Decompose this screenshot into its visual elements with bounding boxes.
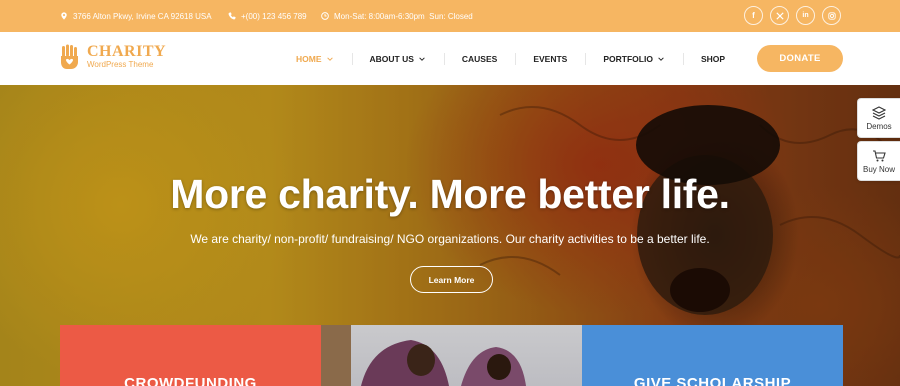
chevron-down-icon bbox=[419, 56, 425, 61]
linkedin-icon[interactable]: in bbox=[796, 6, 815, 25]
learn-more-button[interactable]: Learn More bbox=[410, 266, 493, 293]
hand-logo-icon bbox=[61, 44, 78, 69]
brand-name: CHARITY bbox=[87, 43, 167, 60]
buy-now-label: Buy Now bbox=[862, 164, 895, 174]
main-header: CHARITY WordPress Theme HOME ABOUT US CA… bbox=[0, 32, 900, 85]
nav-item-about-us[interactable]: ABOUT US bbox=[351, 52, 444, 65]
chevron-down-icon bbox=[658, 56, 664, 61]
hours-info: Mon-Sat: 8:00am-6:30pm Sun: Closed bbox=[321, 0, 473, 32]
clock-icon bbox=[321, 12, 329, 20]
hours-text: Mon-Sat: 8:00am-6:30pm Sun: Closed bbox=[334, 11, 473, 21]
brand-tagline: WordPress Theme bbox=[87, 60, 154, 69]
nav-item-label: CAUSES bbox=[461, 53, 498, 64]
instagram-icon[interactable] bbox=[822, 6, 841, 25]
site-logo[interactable]: CHARITY WordPress Theme bbox=[59, 44, 166, 70]
nav-item-causes[interactable]: CAUSES bbox=[443, 52, 515, 65]
scholarship-card[interactable]: GIVE SCHOLARSHIP bbox=[582, 325, 843, 386]
nav-item-home[interactable]: HOME bbox=[278, 54, 352, 64]
nav-item-portfolio[interactable]: PORTFOLIO bbox=[585, 52, 683, 65]
top-info-bar: 3766 Alton Pkwy, Irvine CA 92618 USA +(0… bbox=[0, 0, 900, 32]
nav-item-label: SHOP bbox=[700, 53, 726, 64]
phone-text: +(00) 123 456 789 bbox=[241, 11, 307, 21]
hero-title: More charity. More better life. bbox=[170, 171, 730, 217]
card-photo-image bbox=[321, 325, 526, 386]
nav-item-shop[interactable]: SHOP bbox=[682, 52, 743, 65]
x-icon[interactable] bbox=[770, 6, 789, 25]
address-text: 3766 Alton Pkwy, Irvine CA 92618 USA bbox=[73, 11, 212, 21]
card-title: CROWDFUNDING bbox=[124, 375, 257, 386]
nav-item-events[interactable]: EVENTS bbox=[515, 52, 585, 65]
layers-icon bbox=[872, 105, 886, 120]
crowdfunding-card[interactable]: CROWDFUNDING bbox=[60, 325, 321, 386]
location-pin-icon bbox=[61, 12, 67, 20]
donate-button[interactable]: DONATE bbox=[757, 45, 843, 72]
buy-now-widget[interactable]: Buy Now bbox=[857, 141, 900, 181]
nav-item-label: HOME bbox=[296, 53, 322, 64]
demos-widget[interactable]: Demos bbox=[857, 98, 900, 138]
address-info: 3766 Alton Pkwy, Irvine CA 92618 USA bbox=[60, 0, 212, 32]
photo-card[interactable] bbox=[321, 325, 582, 386]
cart-icon bbox=[873, 149, 886, 161]
main-menu: HOME ABOUT US CAUSES EVENTS PORTFOLIO SH… bbox=[278, 32, 743, 85]
nav-item-label: PORTFOLIO bbox=[603, 53, 653, 64]
chevron-down-icon bbox=[326, 56, 333, 61]
nav-item-label: ABOUT US bbox=[369, 53, 414, 64]
hero-subtitle: We are charity/ non-profit/ fundraising/… bbox=[190, 232, 710, 246]
facebook-icon[interactable]: f bbox=[744, 6, 763, 25]
demos-label: Demos bbox=[866, 121, 892, 131]
phone-info: +(00) 123 456 789 bbox=[228, 0, 307, 32]
card-title: GIVE SCHOLARSHIP bbox=[633, 375, 792, 386]
social-links: f in bbox=[744, 6, 841, 25]
nav-item-label: EVENTS bbox=[533, 53, 568, 64]
phone-icon bbox=[228, 12, 236, 20]
